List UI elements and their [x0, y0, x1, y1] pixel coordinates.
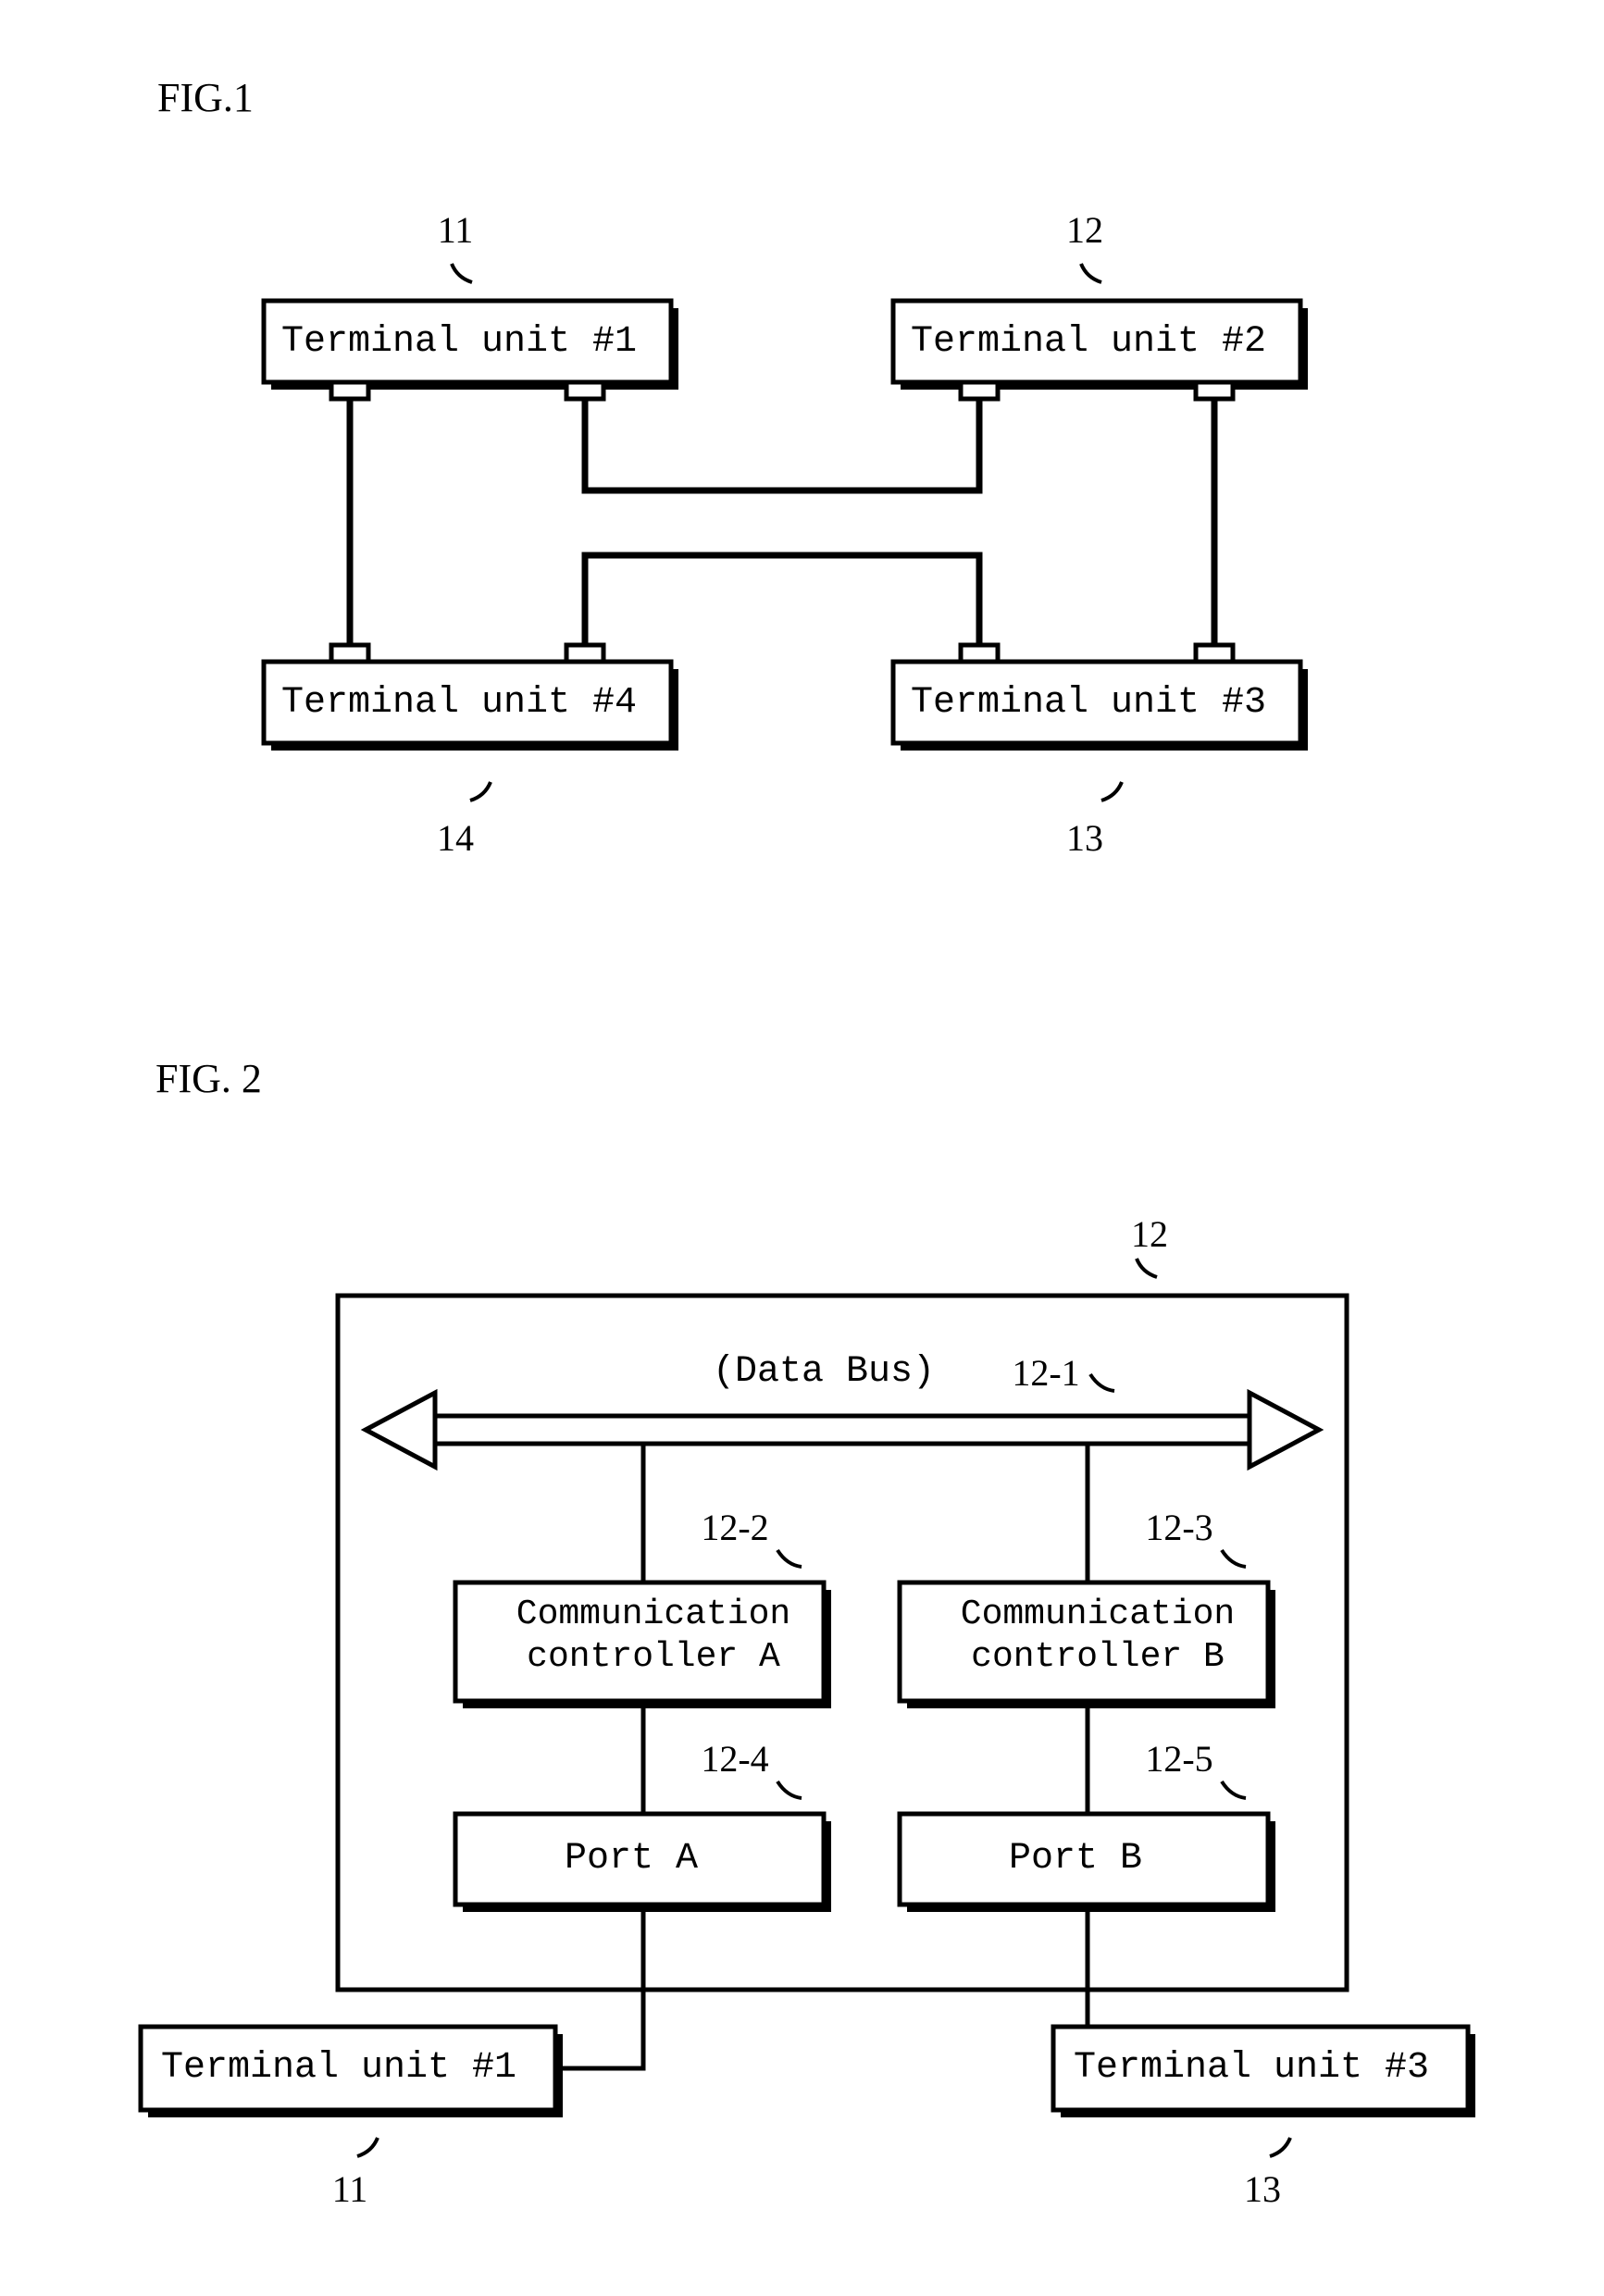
fig2-ref-12-1: 12-1: [990, 1351, 1101, 1395]
fig2-ref-12-4: 12-4: [679, 1737, 790, 1781]
fig2-ref-12-3: 12-3: [1124, 1506, 1235, 1549]
fig2-ccB-l2: controller B: [971, 1637, 1225, 1677]
fig1-tu3-label: Terminal unit #3: [911, 682, 1266, 724]
fig2-portA-label: Port A: [565, 1838, 698, 1880]
fig1-ref-14: 14: [428, 816, 483, 860]
fig2-ccA-box: Communication controller A: [483, 1594, 824, 1678]
fig2-ext3-label: Terminal unit #3: [1074, 2047, 1429, 2089]
fig2-title: FIG. 2: [155, 1055, 262, 1102]
fig1-ref-11: 11: [428, 208, 483, 252]
fig2-ref-11: 11: [313, 2167, 387, 2211]
fig1-svg: [222, 185, 1388, 962]
fig1-tu4-label: Terminal unit #4: [281, 682, 637, 724]
fig2-ccA-l2: controller A: [527, 1637, 780, 1677]
fig1-title: FIG.1: [157, 74, 254, 121]
fig2-databus-label: (Data Bus): [713, 1351, 935, 1393]
fig2-ref-12-2: 12-2: [679, 1506, 790, 1549]
fig2-ccB-box: Communication controller B: [927, 1594, 1268, 1678]
fig2-ref-12-5: 12-5: [1124, 1737, 1235, 1781]
fig2-ref-13: 13: [1225, 2167, 1299, 2211]
fig2-portB-label: Port B: [1009, 1838, 1142, 1880]
fig2-ext1-label: Terminal unit #1: [161, 2047, 516, 2089]
fig1-ref-13: 13: [1057, 816, 1113, 860]
fig2-ccB-l1: Communication: [961, 1595, 1235, 1634]
fig1-tu1-label: Terminal unit #1: [281, 321, 637, 363]
fig1-tu2-label: Terminal unit #2: [911, 321, 1266, 363]
fig2-ref-12: 12: [1113, 1212, 1187, 1256]
fig2-ccA-l1: Communication: [516, 1595, 790, 1634]
fig1-ref-12: 12: [1057, 208, 1113, 252]
diagram-canvas: FIG.1: [0, 0, 1604, 2296]
